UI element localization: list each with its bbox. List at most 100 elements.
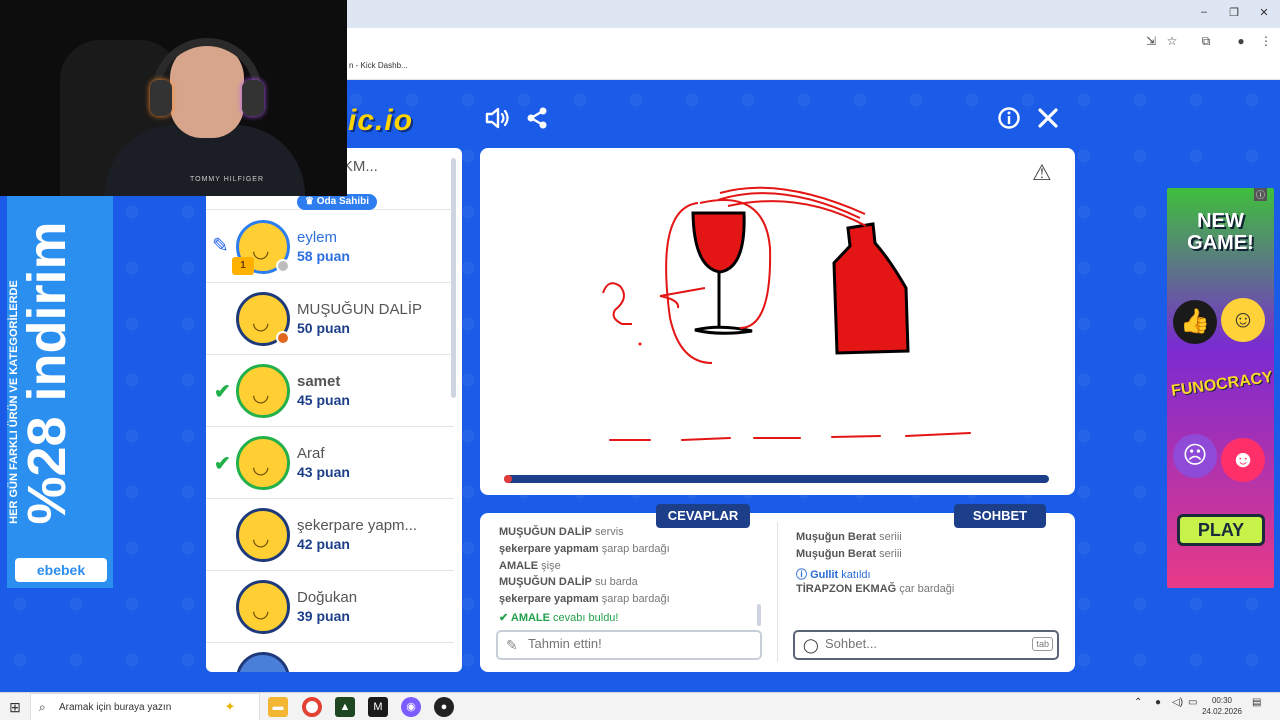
shirt-text: TOMMY HILFIGER	[190, 176, 265, 183]
player-row[interactable]: ✔ ◡ Araf 43 puan	[206, 427, 454, 499]
file-explorer-icon[interactable]: ▬	[268, 697, 288, 717]
microphone-icon[interactable]: ●	[1155, 697, 1161, 708]
clock-date: 24.02.2026	[1201, 707, 1243, 716]
correct-user: AMALE	[510, 612, 550, 624]
face-icon: ◡	[252, 456, 270, 478]
ad-headline: NEW GAME!	[1187, 210, 1254, 254]
report-warning-icon[interactable]: ⚠	[1032, 160, 1052, 186]
players-panel: ZON EKM... n ♛ Oda Sahibi ✎ ◡ 1 eylem 58…	[206, 148, 462, 672]
close-window-button[interactable]: ✕	[1254, 6, 1274, 19]
chat-input[interactable]	[825, 636, 1015, 651]
answer-message: MUŞUĞUN DALİP servis	[499, 526, 624, 538]
headphone-ear-left	[150, 80, 172, 116]
restore-button[interactable]: ❐	[1224, 6, 1244, 19]
menu-icon[interactable]: ⋮	[1257, 34, 1275, 48]
answer-text: şişe	[541, 560, 561, 572]
left-advertisement[interactable]: %28 indirim HER GÜN FARKLI ÜRÜN VE KATEG…	[7, 196, 113, 588]
tray-chevron-icon[interactable]: ⌃	[1134, 697, 1142, 708]
network-icon[interactable]: ▭	[1188, 697, 1197, 708]
ad-info-icon[interactable]: ⓘ	[1254, 188, 1268, 201]
chat-bubble-icon: ◯	[803, 637, 819, 653]
notifications-icon[interactable]: ▤	[1252, 697, 1261, 708]
ad-play-button[interactable]: PLAY	[1177, 514, 1265, 546]
answer-message: MUŞUĞUN DALİP su barda	[499, 576, 638, 588]
answer-user: şekerpare yapmam	[499, 593, 599, 605]
chat-message: Muşuğun Berat seriii	[796, 531, 902, 543]
check-icon: ✔	[214, 453, 231, 475]
angry-face-icon: ☻	[1221, 438, 1265, 482]
check-icon: ✔	[499, 612, 511, 624]
player-row[interactable]: ◡ Doğukan 39 puan	[206, 571, 454, 643]
right-advertisement[interactable]: NEW GAME! 👍 ☺ FUNOCRACY ☹ ☻ PLAY	[1167, 188, 1274, 588]
player-row[interactable]: ✔ ◡ samet 45 puan	[206, 355, 454, 427]
sound-icon[interactable]	[482, 106, 512, 136]
tab-answers[interactable]: CEVAPLAR	[656, 504, 750, 528]
avatar: ◡	[236, 364, 290, 418]
answer-message: şekerpare yapmam şarap bardağı	[499, 543, 670, 555]
extensions-icon[interactable]: ⧉	[1197, 34, 1215, 49]
app-icon[interactable]: ●	[434, 697, 454, 717]
status-dot	[276, 331, 290, 345]
bookmark-star-icon[interactable]: ☆	[1163, 34, 1181, 48]
chat-message: Muşuğun Berat seriii	[796, 548, 902, 560]
answer-user: MUŞUĞUN DALİP	[499, 576, 592, 588]
player-score: 45 puan	[297, 392, 350, 408]
correct-text: cevabı buldu!	[553, 612, 619, 624]
answer-user: şekerpare yapmam	[499, 543, 599, 555]
volume-icon[interactable]: ◁)	[1172, 697, 1183, 708]
sparkle-icon: ✦	[224, 699, 236, 714]
timer-bar	[504, 475, 1049, 483]
check-icon: ✔	[214, 381, 231, 403]
chat-field[interactable]: ◯ tab	[793, 630, 1059, 660]
chat-text: katıldı	[841, 569, 871, 581]
avatar	[236, 652, 290, 672]
chat-text: seriii	[879, 548, 902, 560]
avatar: ◡	[236, 508, 290, 562]
answer-user: AMALE	[499, 560, 539, 572]
player-name: samet	[297, 373, 341, 390]
taskbar-search-placeholder: Aramak için buraya yazın	[59, 702, 172, 713]
player-name: eylem	[297, 229, 338, 246]
answers-scrollbar[interactable]	[757, 604, 761, 626]
owner-badge: ♛ Oda Sahibi	[297, 194, 377, 210]
share-icon[interactable]	[522, 106, 552, 136]
face-icon: ◡	[252, 384, 270, 406]
player-name: Araf	[297, 445, 325, 462]
chrome-icon[interactable]	[302, 697, 322, 717]
player-row[interactable]: ◡ şekerpare yapm... 42 puan	[206, 499, 454, 571]
tab-chat[interactable]: SOHBET	[954, 504, 1046, 528]
minimize-button[interactable]: –	[1194, 6, 1214, 18]
profile-icon[interactable]: ●	[1232, 34, 1250, 48]
correct-answer-message: ✔ AMALE cevabı buldu!	[499, 611, 618, 624]
info-icon[interactable]	[994, 106, 1024, 136]
answer-user: MUŞUĞUN DALİP	[499, 526, 592, 538]
answer-text: servis	[594, 526, 624, 538]
player-score: 39 puan	[297, 608, 350, 624]
guess-input[interactable]	[528, 636, 748, 651]
player-score: 50 puan	[297, 320, 350, 336]
app-icon[interactable]: ▲	[335, 697, 355, 717]
drawing-canvas[interactable]	[480, 148, 1075, 495]
install-icon[interactable]: ⇲	[1142, 34, 1160, 48]
avatar: ◡	[236, 580, 290, 634]
player-row[interactable]: ✎ ◡ 1 eylem 58 puan	[206, 211, 454, 283]
face-icon: ◡	[252, 312, 270, 334]
headphone-ear-right	[242, 80, 264, 116]
windows-start-icon[interactable]: ⊞	[5, 697, 25, 717]
answer-text: şarap bardağı	[601, 543, 670, 555]
player-row[interactable]: ◡ MUŞUĞUN DALİP 50 puan	[206, 283, 454, 355]
app-icon[interactable]: ◉	[401, 697, 421, 717]
bookmark-kick-dashboard[interactable]: n - Kick Dashb...	[349, 61, 408, 70]
guess-field[interactable]: ✎	[496, 630, 762, 660]
players-scrollbar[interactable]	[451, 158, 456, 398]
chat-user: Muşuğun Berat	[796, 548, 877, 560]
face-icon: ◡	[252, 600, 270, 622]
face-icon: ◡	[252, 528, 270, 550]
tab-key-hint: tab	[1032, 637, 1053, 651]
ad-brand: FUNOCRACY	[1170, 368, 1274, 400]
close-icon[interactable]	[1033, 106, 1063, 136]
chat-text: çar bardaği	[899, 583, 955, 595]
taskbar-clock[interactable]: 00:30 24.02.2026	[1200, 695, 1244, 717]
app-icon[interactable]: M	[368, 697, 388, 717]
player-row[interactable]	[206, 643, 454, 672]
